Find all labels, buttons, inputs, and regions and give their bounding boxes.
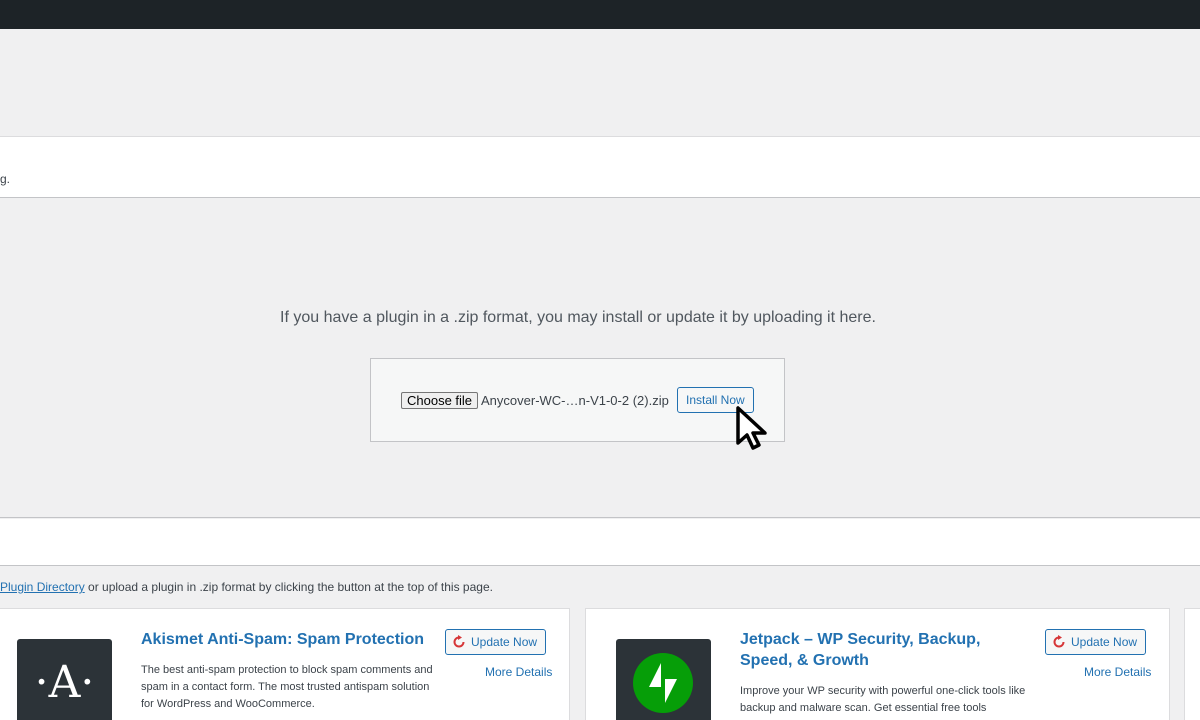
upload-plugin-section: If you have a plugin in a .zip format, y… — [0, 198, 1200, 518]
update-now-label: Update Now — [471, 635, 538, 649]
update-refresh-icon — [453, 635, 465, 648]
plugin-description: The best anti-spam protection to block s… — [141, 664, 433, 710]
plugin-description: Improve your WP security with powerful o… — [740, 685, 1026, 714]
jetpack-bolt-icon — [649, 663, 677, 703]
upload-help-text: If you have a plugin in a .zip format, y… — [280, 309, 876, 326]
selected-file-name: Anycover-WC-…n-V1-0-2 (2).zip — [481, 393, 669, 408]
mouse-cursor-icon — [736, 406, 767, 450]
plugin-card-akismet: ·A· Akismet Anti-Spam: Spam Protection U… — [0, 608, 570, 720]
plugin-directory-link[interactable]: Plugin Directory — [0, 580, 85, 594]
plugin-directory-suffix: or upload a plugin in .zip format by cli… — [84, 580, 493, 594]
update-now-button[interactable]: Update Now — [1045, 629, 1147, 655]
jetpack-logo-icon[interactable] — [616, 639, 711, 720]
update-now-label: Update Now — [1071, 635, 1138, 649]
more-details-link[interactable]: More Details — [1084, 665, 1151, 679]
plugin-card-partial — [1184, 608, 1200, 720]
plugin-title-link[interactable]: Jetpack – WP Security, Backup, Speed, & … — [740, 629, 990, 671]
upload-form: Choose file Anycover-WC-…n-V1-0-2 (2).zi… — [370, 358, 785, 442]
akismet-logo-icon[interactable]: ·A· — [17, 639, 112, 720]
notice-text: g. — [0, 172, 11, 186]
plugin-filter-bar — [0, 519, 1200, 566]
notice-bar: g. — [0, 136, 1200, 198]
plugin-card-jetpack: Jetpack – WP Security, Backup, Speed, & … — [585, 608, 1170, 720]
plugin-title-link[interactable]: Akismet Anti-Spam: Spam Protection — [141, 629, 431, 650]
more-details-link[interactable]: More Details — [485, 665, 552, 679]
page-header-area — [0, 29, 1200, 136]
akismet-logo-letter: ·A· — [34, 657, 95, 708]
update-refresh-icon — [1053, 635, 1065, 648]
update-now-button[interactable]: Update Now — [445, 629, 547, 655]
admin-bar — [0, 0, 1200, 29]
choose-file-button[interactable]: Choose file — [401, 392, 479, 409]
jetpack-logo-circle — [633, 653, 693, 713]
plugin-directory-text: Plugin Directory or upload a plugin in .… — [0, 580, 493, 594]
